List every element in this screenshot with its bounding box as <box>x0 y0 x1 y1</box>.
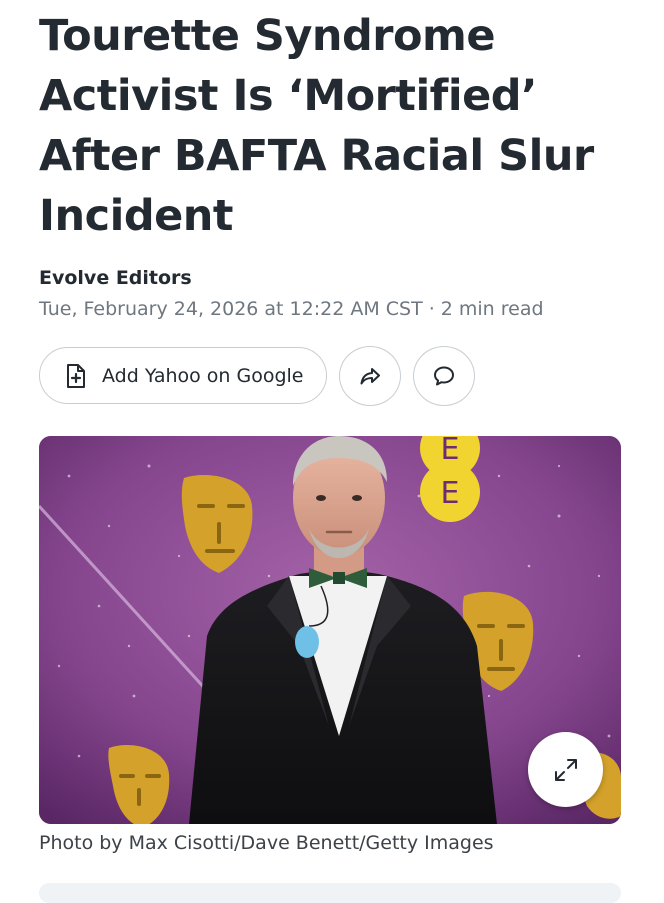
svg-text:E: E <box>441 436 460 467</box>
share-button[interactable] <box>339 346 401 406</box>
document-plus-icon <box>64 363 88 389</box>
author-name[interactable]: Evolve Editors <box>39 266 621 290</box>
meta-separator: · <box>428 298 435 320</box>
headline: Tourette Syndrome Activist Is ‘Mortified… <box>39 11 594 241</box>
publish-date: Tue, February 24, 2026 at 12:22 AM CST <box>39 298 423 320</box>
expand-image-button[interactable] <box>528 732 603 807</box>
image-caption: Photo by Max Cisotti/Dave Benett/Getty I… <box>39 832 494 854</box>
share-arrow-icon <box>358 364 382 388</box>
article-header: Tourette Syndrome Activist Is ‘Mortified… <box>39 0 621 406</box>
svg-text:E: E <box>441 476 460 511</box>
next-content-card <box>39 883 621 903</box>
sponsor-logo: E E <box>420 436 480 522</box>
comments-button[interactable] <box>413 346 475 406</box>
expand-icon <box>553 757 579 783</box>
comment-bubble-icon <box>432 364 456 388</box>
action-bar: Add Yahoo on Google <box>39 346 475 406</box>
add-yahoo-on-google-label: Add Yahoo on Google <box>102 364 304 387</box>
article-meta: Tue, February 24, 2026 at 12:22 AM CST · 2… <box>39 297 621 321</box>
hero-image[interactable]: E E <box>39 436 621 824</box>
read-time: 2 min read <box>440 298 544 320</box>
add-yahoo-on-google-button[interactable]: Add Yahoo on Google <box>39 347 327 404</box>
